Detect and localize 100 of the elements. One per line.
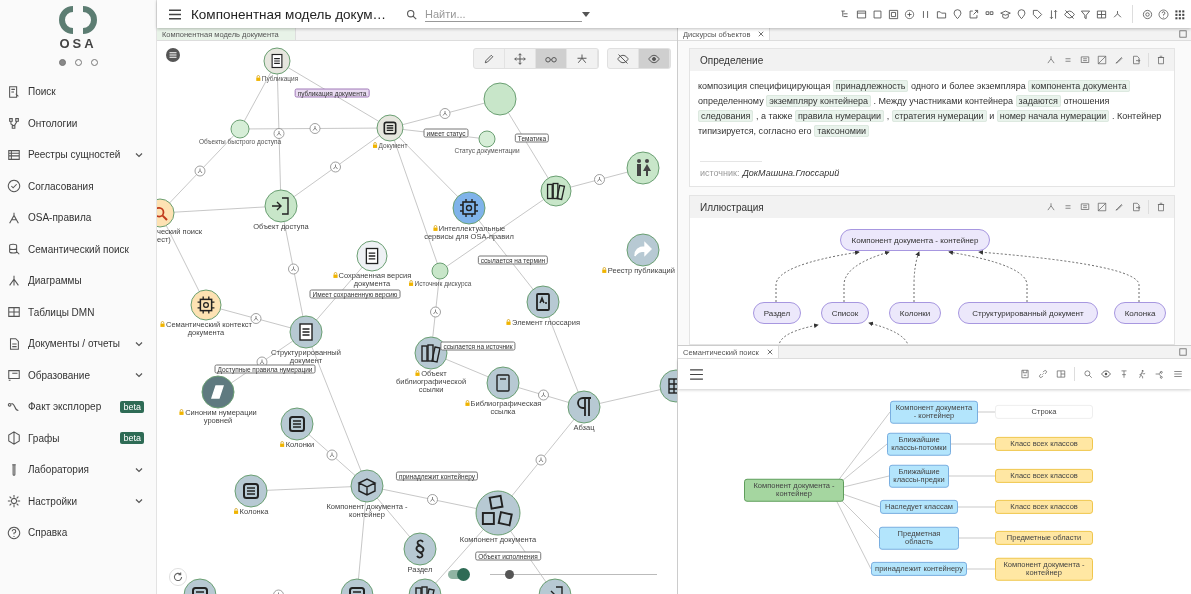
close-icon[interactable]: [766, 349, 773, 355]
menu-item[interactable]: Факт эксплорер beta: [0, 391, 156, 423]
window-icon[interactable]: [872, 8, 883, 20]
graph-node[interactable]: [403, 532, 437, 566]
graph-node[interactable]: [350, 469, 384, 503]
menu-item[interactable]: Настройки: [0, 485, 156, 517]
term-link[interactable]: номер начала нумерации: [996, 110, 1110, 122]
menu-icon[interactable]: [690, 368, 703, 380]
graph-node[interactable]: [190, 289, 222, 321]
image-icon[interactable]: [1097, 55, 1107, 65]
comment-icon[interactable]: [1080, 55, 1090, 65]
menu-item[interactable]: Семантический поиск: [0, 233, 156, 265]
relation-icon[interactable]: [194, 165, 206, 177]
graph-node[interactable]: [478, 130, 496, 148]
menu-icon[interactable]: [169, 8, 181, 20]
menu-item[interactable]: Согласования: [0, 170, 156, 202]
relation-icon[interactable]: [535, 454, 547, 466]
pin-icon[interactable]: [1119, 369, 1129, 379]
graph-node[interactable]: [538, 578, 572, 594]
term-link[interactable]: принадлежность: [832, 80, 909, 92]
link-icon[interactable]: [1038, 369, 1048, 379]
diagram-node[interactable]: Колонки: [889, 302, 941, 324]
relation-icon[interactable]: [250, 313, 262, 324]
graph-node[interactable]: [626, 233, 660, 267]
tree-icon[interactable]: [840, 8, 851, 20]
image-icon[interactable]: [1097, 202, 1107, 212]
diagram-node[interactable]: Компонент документа - контейнер: [840, 229, 990, 251]
graph-node[interactable]: [475, 490, 521, 536]
maximize-icon[interactable]: [1179, 348, 1187, 356]
relation-icon[interactable]: [288, 263, 299, 275]
save-icon[interactable]: [1020, 369, 1030, 379]
graph-node[interactable]: [280, 407, 314, 441]
target-icon[interactable]: [1142, 8, 1153, 20]
relation-icon[interactable]: [326, 449, 338, 461]
network-icon[interactable]: [1112, 8, 1123, 20]
term-link[interactable]: задаются: [1015, 95, 1061, 107]
relation-icon[interactable]: [430, 306, 441, 318]
tag-icon[interactable]: [1032, 8, 1043, 20]
menu-item[interactable]: OSA-правила: [0, 202, 156, 234]
tree-icon[interactable]: [1046, 202, 1056, 212]
graph-node[interactable]: [234, 474, 268, 508]
term-link[interactable]: следования: [698, 110, 754, 122]
relation-icon[interactable]: [273, 128, 285, 139]
help-icon[interactable]: [1158, 8, 1169, 20]
menu-item[interactable]: Реестры сущностей: [0, 139, 156, 171]
menu-item[interactable]: Документы / отчеты: [0, 328, 156, 360]
graph-node[interactable]: [230, 119, 250, 139]
graph-node[interactable]: [356, 240, 388, 272]
menu-item[interactable]: Графы beta: [0, 422, 156, 454]
tree-icon[interactable]: [1046, 55, 1056, 65]
table-icon[interactable]: [1056, 369, 1066, 379]
relation-icon[interactable]: [309, 123, 321, 134]
diagram-node[interactable]: Раздел: [753, 302, 801, 324]
eye-icon[interactable]: [1101, 369, 1111, 379]
filter-icon[interactable]: [1080, 8, 1091, 20]
graph-node[interactable]: [526, 285, 560, 319]
graph-node[interactable]: [289, 315, 323, 349]
term-link[interactable]: таксономии: [814, 125, 870, 137]
pin-icon[interactable]: [1016, 8, 1027, 20]
graph-node[interactable]: [340, 578, 374, 594]
caret-icon[interactable]: [582, 11, 590, 17]
relation-icon[interactable]: [594, 174, 605, 185]
trash-icon[interactable]: [1156, 55, 1166, 65]
search-field[interactable]: Найти...: [425, 6, 582, 22]
pencil-icon[interactable]: [1114, 202, 1124, 212]
relation-icon[interactable]: [330, 161, 341, 173]
window-icon[interactable]: [856, 8, 867, 20]
sort-icon[interactable]: [1048, 8, 1059, 20]
diagram-node[interactable]: Список: [821, 302, 869, 324]
menu-icon[interactable]: [166, 48, 180, 62]
menu-item[interactable]: Диаграммы: [0, 265, 156, 297]
graph-node[interactable]: [567, 390, 601, 424]
diagram-node[interactable]: Структурированный документ: [958, 302, 1098, 324]
equals-icon[interactable]: [1063, 55, 1073, 65]
maximize-icon[interactable]: [1179, 30, 1187, 38]
term-link[interactable]: правила нумерации: [794, 110, 885, 122]
toggle-switch[interactable]: [448, 570, 468, 579]
menu-item[interactable]: Поиск: [0, 76, 156, 108]
term-link[interactable]: экземпляру контейнера: [766, 95, 871, 107]
cap-icon[interactable]: [1000, 8, 1011, 20]
term-link[interactable]: стратегия нумерации: [891, 110, 987, 122]
pager-dot[interactable]: [58, 59, 66, 66]
runner-icon[interactable]: [1137, 369, 1147, 379]
pencil-icon[interactable]: [1114, 55, 1124, 65]
show-button[interactable]: [639, 49, 670, 68]
graph-node[interactable]: [376, 114, 404, 142]
graph-node[interactable]: [452, 191, 486, 225]
menu-item[interactable]: Образование: [0, 359, 156, 391]
graph-node[interactable]: [659, 369, 677, 403]
export-icon[interactable]: [968, 8, 979, 20]
pin-icon[interactable]: [952, 8, 963, 20]
pause-icon[interactable]: [920, 8, 931, 20]
relation-icon[interactable]: [439, 108, 451, 119]
graph-node[interactable]: [540, 175, 572, 207]
equals-icon[interactable]: [1063, 202, 1073, 212]
list-icon[interactable]: [1173, 369, 1183, 379]
comment-icon[interactable]: [1080, 202, 1090, 212]
menu-item[interactable]: Онтологии: [0, 107, 156, 139]
trash-icon[interactable]: [1156, 202, 1166, 212]
table-icon[interactable]: [1096, 8, 1107, 20]
